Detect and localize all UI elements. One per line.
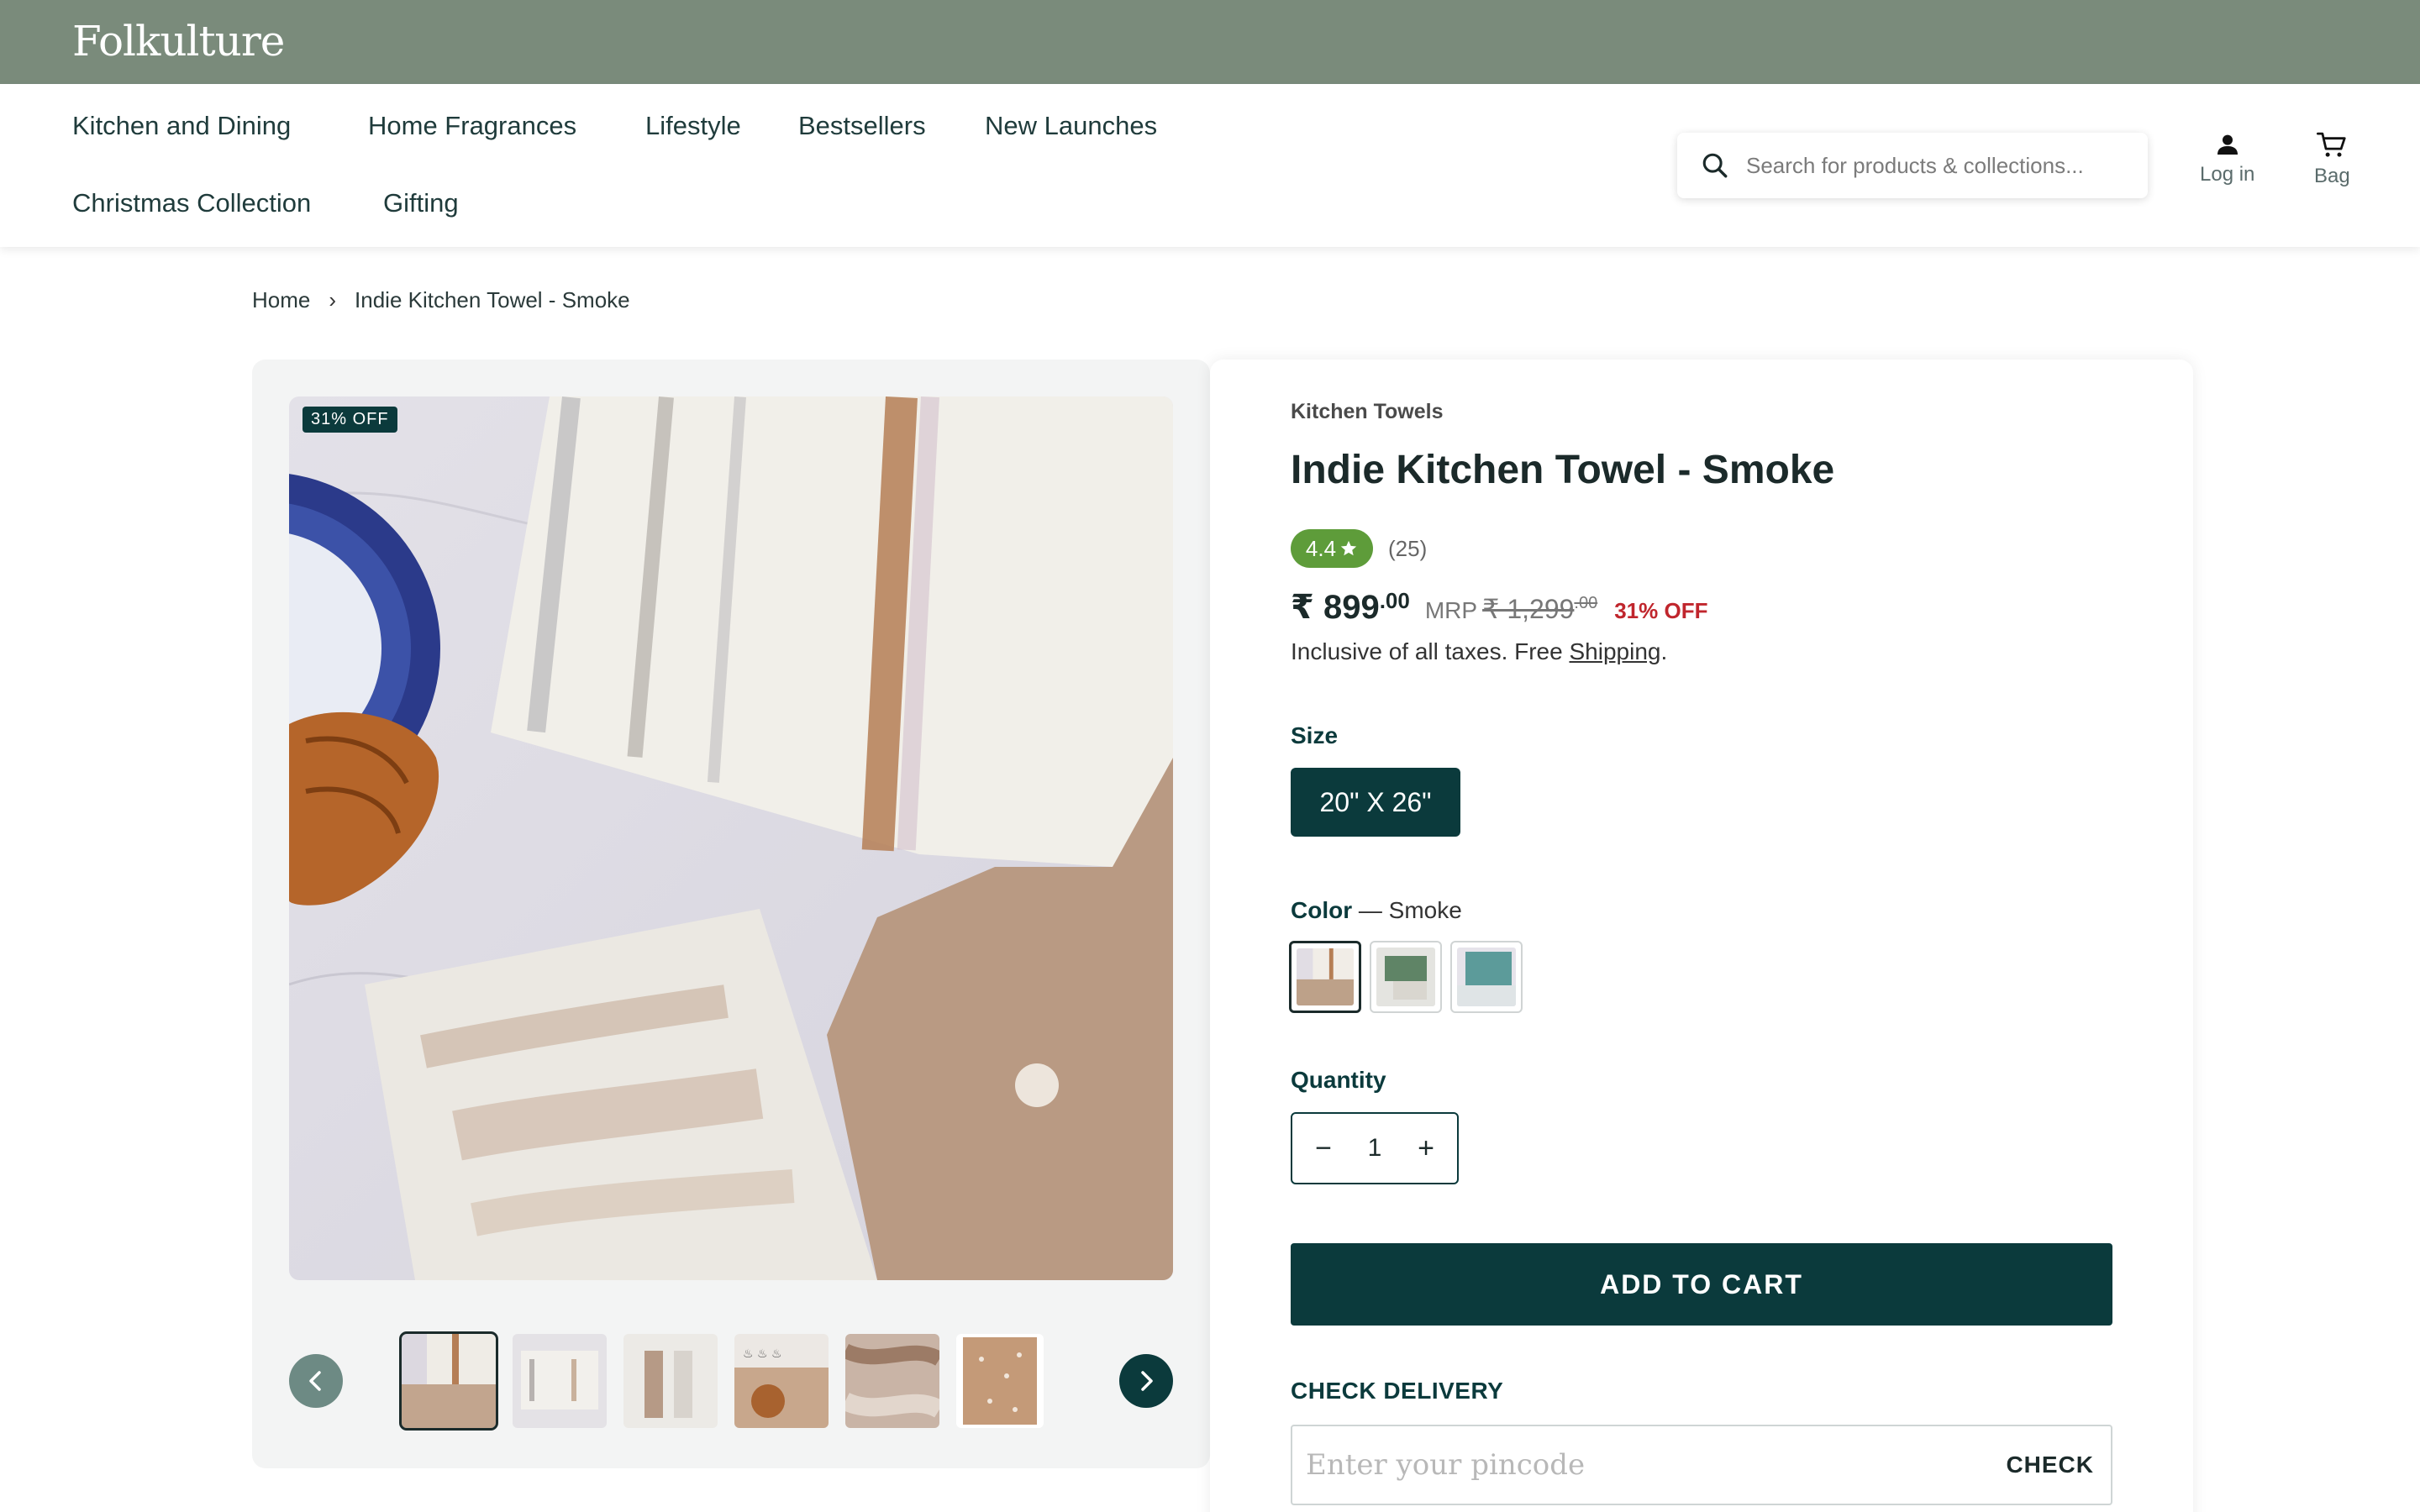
quantity-increase-button[interactable]: +	[1413, 1132, 1439, 1165]
sale-price-decimal: .00	[1379, 588, 1410, 613]
tax-info: Inclusive of all taxes. Free Shipping.	[1291, 638, 1667, 665]
brand-bar: Folkulture	[0, 0, 2420, 84]
mrp-price-decimal: .00	[1574, 594, 1598, 612]
discount-badge: 31% OFF	[302, 407, 397, 433]
size-label: Size	[1291, 722, 1339, 748]
product-category[interactable]: Kitchen Towels	[1291, 400, 1444, 424]
tax-suffix: .	[1660, 638, 1668, 664]
nav-item-gifting[interactable]: Gifting	[383, 188, 459, 218]
price-row: ₹ 899 .00 MRP ₹ 1,299 .00 31% OFF	[1291, 588, 1707, 627]
chevron-right-icon	[1141, 1371, 1153, 1391]
gallery-thumbnail[interactable]	[845, 1334, 939, 1428]
product-title: Indie Kitchen Towel - Smoke	[1291, 448, 1835, 492]
add-to-cart-button[interactable]: ADD TO CART	[1291, 1243, 2112, 1326]
mrp-price: ₹ 1,299	[1482, 594, 1575, 624]
gallery-thumbnail[interactable]	[956, 1334, 1044, 1428]
nav-item-lifestyle[interactable]: Lifestyle	[645, 111, 741, 141]
color-selected-value: Smoke	[1388, 897, 1462, 923]
chevron-right-icon: ›	[329, 287, 337, 312]
color-swatch-green[interactable]	[1370, 941, 1442, 1013]
bag-icon	[2317, 132, 2346, 157]
main-product-image[interactable]	[289, 396, 1173, 1280]
color-separator: —	[1352, 897, 1389, 923]
user-icon	[2217, 134, 2238, 155]
bag-label: Bag	[2314, 165, 2350, 187]
quantity-stepper: − 1 +	[1291, 1112, 1459, 1184]
sale-price: ₹ 899	[1291, 589, 1380, 626]
gallery-next-button[interactable]	[1119, 1354, 1173, 1408]
nav-item-bestsellers[interactable]: Bestsellers	[798, 111, 926, 141]
nav-item-christmas-collection[interactable]: Christmas Collection	[72, 188, 311, 218]
pincode-input[interactable]	[1306, 1438, 1961, 1492]
breadcrumb-home[interactable]: Home	[252, 287, 310, 313]
brand-logo[interactable]: Folkulture	[72, 17, 285, 66]
chevron-left-icon	[309, 1371, 321, 1391]
gallery-thumbnail[interactable]	[513, 1334, 607, 1428]
login-button[interactable]: Log in	[2200, 131, 2254, 186]
search-input[interactable]	[1746, 143, 2133, 188]
shipping-link[interactable]: Shipping	[1569, 638, 1660, 664]
review-count[interactable]: (25)	[1388, 536, 1427, 562]
color-label-row: Color — Smoke	[1291, 897, 1462, 924]
nav-item-new-launches[interactable]: New Launches	[985, 111, 1157, 141]
rating-value: 4.4	[1305, 535, 1337, 561]
color-swatch-smoke[interactable]	[1289, 941, 1361, 1013]
main-nav: Kitchen and Dining Home Fragrances Lifes…	[0, 84, 2420, 247]
breadcrumb-current: Indie Kitchen Towel - Smoke	[355, 287, 630, 312]
gallery-thumbnail[interactable]	[399, 1331, 498, 1431]
quantity-value[interactable]: 1	[1368, 1134, 1382, 1163]
bag-button[interactable]: Bag	[2314, 131, 2350, 188]
pincode-field: CHECK	[1291, 1425, 2112, 1505]
quantity-decrease-button[interactable]: −	[1311, 1132, 1336, 1165]
nav-item-home-fragrances[interactable]: Home Fragrances	[368, 111, 576, 141]
gallery-thumbnail[interactable]	[623, 1334, 718, 1428]
mrp-label: MRP	[1424, 597, 1478, 623]
size-option-selected[interactable]: 20" X 26"	[1291, 768, 1460, 837]
quantity-label: Quantity	[1291, 1067, 1386, 1093]
rating-badge[interactable]: 4.4	[1291, 529, 1373, 568]
breadcrumb: Home › Indie Kitchen Towel - Smoke	[252, 287, 630, 313]
star-icon	[1340, 540, 1357, 556]
product-gallery	[252, 360, 1210, 1468]
check-delivery-heading: CHECK DELIVERY	[1291, 1378, 1504, 1404]
discount-percent: 31% OFF	[1614, 598, 1708, 623]
check-pincode-button[interactable]: CHECK	[2006, 1452, 2094, 1478]
gallery-prev-button[interactable]	[289, 1354, 343, 1408]
search-box	[1677, 133, 2148, 198]
login-label: Log in	[2200, 163, 2255, 186]
color-label: Color	[1291, 897, 1353, 923]
nav-item-kitchen-dining[interactable]: Kitchen and Dining	[72, 111, 291, 141]
gallery-thumbnail[interactable]: ♨ ♨ ♨	[734, 1334, 829, 1428]
search-icon[interactable]	[1701, 151, 1729, 180]
color-swatch-teal[interactable]	[1450, 941, 1523, 1013]
svg-text:♨ ♨ ♨: ♨ ♨ ♨	[743, 1347, 782, 1361]
tax-text: Inclusive of all taxes. Free	[1291, 638, 1570, 664]
